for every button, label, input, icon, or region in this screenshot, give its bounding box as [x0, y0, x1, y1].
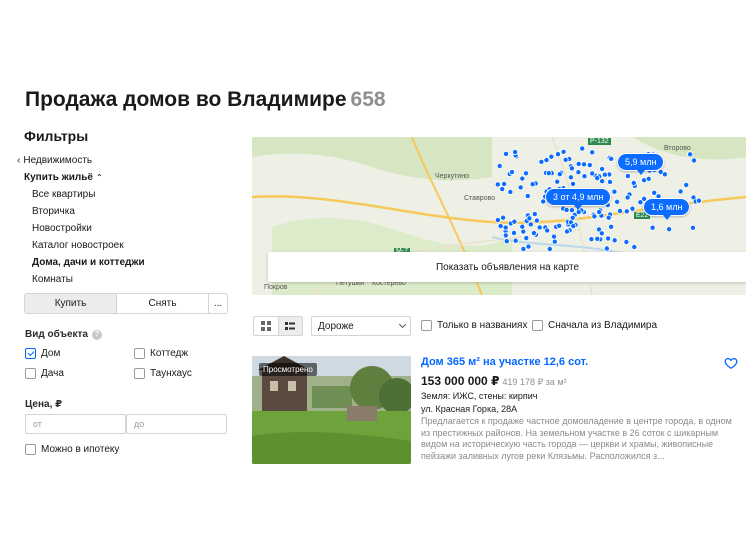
- checkbox-label: Таунхаус: [150, 368, 192, 379]
- listing-price-row: 153 000 000 ₽419 178 ₽ за м²: [421, 374, 567, 388]
- checkbox-label: Сначала из Владимира: [548, 320, 658, 331]
- listing-price: 153 000 000 ₽: [421, 374, 500, 388]
- checkbox-label: Дом: [41, 348, 61, 359]
- only-titles-checkbox[interactable]: Только в названиях: [421, 320, 527, 331]
- vladimir-first-checkbox[interactable]: Сначала из Владимира: [532, 320, 657, 331]
- checkbox-icon: [134, 368, 145, 379]
- price-from-input[interactable]: от: [25, 414, 126, 434]
- viewed-badge: Просмотрено: [259, 363, 317, 376]
- price-label-text: Цена, ₽: [25, 399, 63, 410]
- page-title: Продажа домов во Владимире 658: [25, 88, 386, 112]
- chevron-up-icon: ⌃: [95, 173, 103, 182]
- type-cottage-checkbox[interactable]: Коттедж: [134, 348, 188, 359]
- nav-item-rooms[interactable]: Комнаты: [24, 271, 229, 288]
- nav-parent-label: Купить жильё: [24, 172, 93, 183]
- filters-sidebar: Фильтры ‹ Недвижимость Купить жильё ⌃ Вс…: [17, 128, 229, 288]
- nav-item-label: Каталог новостроек: [32, 240, 124, 251]
- type-house-checkbox[interactable]: Дом: [25, 348, 60, 359]
- price-label: Цена, ₽: [25, 399, 62, 410]
- nav-item-catalog[interactable]: Каталог новостроек: [24, 237, 229, 254]
- nav-item-label: Комнаты: [32, 274, 73, 285]
- type-townhouse-checkbox[interactable]: Таунхаус: [134, 368, 192, 379]
- checkbox-icon: [25, 368, 36, 379]
- nav-item-secondary[interactable]: Вторичка: [24, 203, 229, 220]
- chevron-down-icon: [398, 320, 407, 329]
- grid-icon: [260, 321, 271, 331]
- listing-price-per-m2: 419 178 ₽ за м²: [502, 377, 567, 387]
- list-icon: [285, 322, 296, 330]
- price-to-input[interactable]: до: [126, 414, 227, 434]
- mortgage-checkbox[interactable]: Можно в ипотеку: [25, 444, 119, 455]
- object-type-label: Вид объекта ?: [25, 329, 102, 340]
- listing-address: ул. Красная Горка, 28А: [421, 404, 518, 414]
- nav-item-all-flats[interactable]: Все квартиры: [24, 186, 229, 203]
- checkbox-icon: [134, 348, 145, 359]
- nav-parent-category[interactable]: Купить жильё ⌃: [24, 169, 229, 186]
- place-label: Ставрово: [464, 195, 496, 202]
- help-icon[interactable]: ?: [91, 329, 102, 340]
- object-type-label-text: Вид объекта: [25, 329, 88, 340]
- grid-view-button[interactable]: [254, 317, 278, 335]
- page-title-text: Продажа домов во Владимире: [25, 88, 347, 111]
- nav-back-label: Недвижимость: [23, 154, 93, 166]
- nav-item-label: Новостройки: [32, 223, 92, 234]
- checkbox-label: Дача: [41, 368, 64, 379]
- show-on-map-button[interactable]: Показать объявления на карте: [268, 252, 746, 282]
- checkbox-label: Можно в ипотеку: [41, 444, 120, 455]
- chevron-left-icon: ‹: [17, 154, 21, 166]
- map-preview[interactable]: Черкутино Ставрово Второво Покров Петушк…: [252, 137, 746, 295]
- checkbox-icon: [25, 444, 36, 455]
- listing-title[interactable]: Дом 365 м² на участке 12,6 сот.: [421, 356, 588, 368]
- sort-value: Дороже: [318, 320, 354, 332]
- type-dacha-checkbox[interactable]: Дача: [25, 368, 64, 379]
- favorite-heart-icon[interactable]: [724, 356, 738, 370]
- nav-item-houses[interactable]: Дома, дачи и коттеджи: [24, 254, 229, 271]
- nav-item-new-buildings[interactable]: Новостройки: [24, 220, 229, 237]
- deal-rent-button[interactable]: Снять: [116, 294, 208, 313]
- deal-more-button[interactable]: ...: [208, 294, 227, 313]
- deal-buy-button[interactable]: Купить: [25, 294, 116, 313]
- listing-description: Предлагается к продаже частное домовладе…: [421, 416, 732, 461]
- nav-back-link[interactable]: ‹ Недвижимость: [17, 152, 229, 168]
- list-view-button[interactable]: [277, 317, 302, 335]
- nav-item-label: Все квартиры: [32, 189, 96, 200]
- nav-item-label: Вторичка: [32, 206, 75, 217]
- checkbox-icon: [421, 320, 432, 331]
- deal-type-toggle: Купить Снять ...: [24, 293, 228, 314]
- nav-item-label: Дома, дачи и коттеджи: [32, 257, 145, 268]
- listing-params: Земля: ИЖС, стены: кирпич: [421, 391, 538, 401]
- filters-title: Фильтры: [24, 128, 89, 144]
- place-label: Черкутино: [435, 173, 469, 180]
- place-label: Второво: [664, 145, 691, 152]
- checkbox-checked-icon: [25, 348, 36, 359]
- checkbox-label: Коттедж: [150, 348, 189, 359]
- map-cluster[interactable]: 5,9 млн: [617, 153, 665, 175]
- map-cluster[interactable]: 3 от 4,9 млн: [545, 188, 612, 210]
- road-sign: Р-132: [588, 138, 611, 145]
- place-label: Покров: [264, 284, 288, 291]
- checkbox-label: Только в названиях: [437, 320, 528, 331]
- checkbox-icon: [532, 320, 543, 331]
- sort-select[interactable]: Дороже: [311, 316, 411, 336]
- listing-photo[interactable]: Просмотрено: [252, 356, 411, 464]
- view-toggle: [253, 316, 303, 336]
- results-count: 658: [350, 88, 386, 111]
- map-cluster[interactable]: 1,6 млн: [643, 198, 691, 220]
